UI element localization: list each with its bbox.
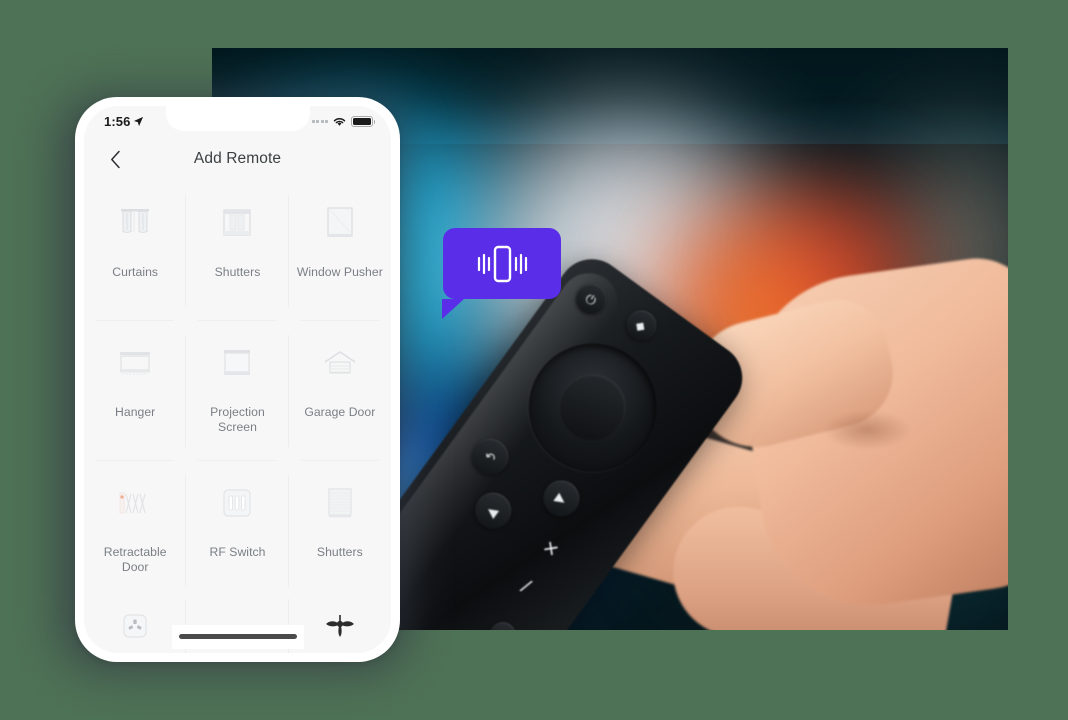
window-pusher-icon: [320, 203, 360, 243]
volume-icon: ◉: [484, 617, 521, 630]
power-socket-icon: [115, 606, 155, 646]
device-grid-container: Curtains Shutters Window Pusher Hanger P…: [84, 181, 391, 599]
phone-vibrate-icon: [477, 245, 528, 282]
tile-label: RF Switch: [209, 545, 266, 559]
home-indicator[interactable]: [178, 634, 297, 639]
grid-item-rf-switch[interactable]: RF Switch: [186, 461, 288, 599]
tile-label: Garage Door: [304, 405, 376, 419]
grid-item-curtains[interactable]: Curtains: [84, 181, 186, 321]
mic-icon: ◆: [620, 304, 663, 347]
play-pause-icon: ▶: [536, 473, 587, 524]
phone-screen: 1:56 Add Remote Curtains Shutters Window…: [84, 106, 391, 653]
status-indicators: [311, 116, 375, 127]
garage-door-icon: [320, 343, 360, 383]
shutters-plain-icon: [320, 483, 360, 523]
grid-item-ceiling-fan[interactable]: [289, 599, 391, 653]
hanger-icon: [115, 343, 155, 383]
ceiling-fan-icon: [320, 606, 360, 646]
nav-bar: Add Remote: [84, 137, 391, 181]
projection-screen-icon: [217, 343, 257, 383]
curtains-icon: [115, 203, 155, 243]
grid-item-garage-door[interactable]: Garage Door: [289, 321, 391, 461]
location-arrow-icon: [134, 116, 144, 127]
grid-item-shutters-2[interactable]: Shutters: [289, 461, 391, 599]
device-grid: Curtains Shutters Window Pusher Hanger P…: [84, 181, 391, 599]
slash-icon: /: [516, 576, 534, 598]
rf-switch-icon: [217, 483, 257, 523]
status-time: 1:56: [104, 114, 131, 129]
tile-label: Curtains: [112, 265, 159, 279]
tile-label: Projection Screen: [210, 405, 265, 434]
knuckle-shadow: [822, 410, 912, 450]
grid-item-projection-screen[interactable]: Projection Screen: [186, 321, 288, 461]
grid-item-hanger[interactable]: Hanger: [84, 321, 186, 461]
wifi-icon: [333, 118, 346, 126]
tile-label: Retractable Door: [103, 545, 167, 574]
signal-dots-icon: [311, 120, 328, 123]
page-title: Add Remote: [193, 150, 282, 167]
battery-full-icon: [351, 116, 375, 127]
back-button[interactable]: [102, 146, 128, 172]
tile-label: Shutters: [316, 545, 363, 559]
chevron-left-icon: [110, 150, 120, 168]
grid-item-retractable-door[interactable]: Retractable Door: [84, 461, 186, 599]
retractable-door-icon: [115, 483, 155, 523]
status-time-group: 1:56: [104, 114, 144, 129]
tile-label: Window Pusher: [296, 265, 383, 279]
phone-mockup: 1:56 Add Remote Curtains Shutters Window…: [75, 97, 400, 662]
close-icon: ✕: [538, 536, 563, 562]
status-bar: 1:56: [84, 106, 391, 137]
tile-label: Shutters: [214, 265, 261, 279]
grid-item-window-pusher[interactable]: Window Pusher: [289, 181, 391, 321]
vibrate-badge: [442, 228, 561, 319]
tile-label: Hanger: [115, 405, 156, 419]
shutters-icon: [217, 203, 257, 243]
scene-canvas: ⏻ ◆ ↶ ▶ ◀ ✕ / ◉ 1:56: [0, 0, 1068, 720]
grid-item-shutters[interactable]: Shutters: [186, 181, 288, 321]
